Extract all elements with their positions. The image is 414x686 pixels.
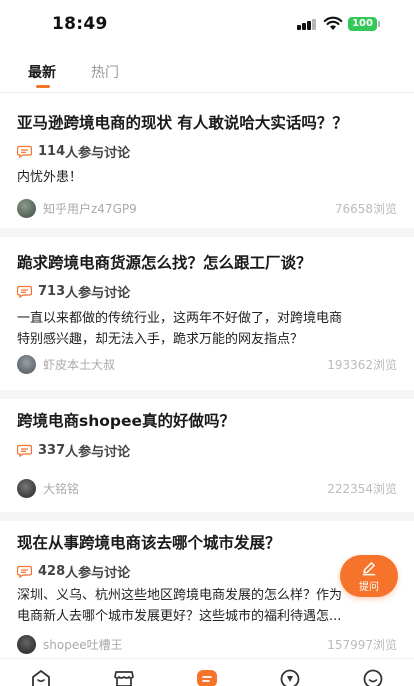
discuss-icon [17,444,32,457]
card-meta: shopee吐槽王 157997浏览 [17,635,397,654]
answer-excerpt[interactable]: 一直以来都做的传统行业，这两年不好做了，对跨境电商 特别感兴趣，却无法入手，跪求… [17,308,397,350]
view-count: 193362浏览 [327,358,397,372]
participant-count: 428 [38,563,66,579]
participant-label: 人参与讨论 [65,285,131,301]
battery-cap [378,21,380,27]
author-name[interactable]: 知乎用户z47GP9 [43,200,137,217]
view-count: 222354浏览 [327,482,397,496]
excerpt-line: 一直以来都做的传统行业，这两年不好做了，对跨境电商 [17,311,343,326]
card-meta: 知乎用户z47GP9 76658浏览 [17,199,397,218]
question-title[interactable]: 亚马逊跨境电商的现状 有人敢说哈大实话吗？？ [17,111,348,133]
shop-icon[interactable] [113,669,135,686]
avatar[interactable] [17,355,36,374]
author-name[interactable]: shopee吐槽王 [43,636,123,653]
question-card[interactable]: 跨境电商shopee真的好做吗？ 337 人参与讨论 大铭铭 222354浏览 [0,399,414,512]
avatar[interactable] [17,479,36,498]
feed-tabs: 最新 热门 [0,58,414,90]
tab-latest[interactable]: 最新 [28,62,56,82]
question-title[interactable]: 跨境电商shopee真的好做吗？ [17,409,235,431]
participant-count: 713 [38,283,66,299]
status-bar: 18:49 100 [0,0,414,48]
question-card[interactable]: 跪求跨境电商货源怎么找？怎么跟工厂谈？ 713 人参与讨论 一直以来都做的传统行业… [0,237,414,390]
bottom-nav [0,658,414,686]
card-separator [0,228,414,237]
avatar[interactable] [17,199,36,218]
profile-icon[interactable] [362,669,384,686]
pencil-icon [362,562,376,576]
wifi-icon [323,16,343,30]
avatar[interactable] [17,635,36,654]
participant-label: 人参与讨论 [65,565,131,581]
discussion-count: 428 人参与讨论 [17,562,131,581]
discussion-count: 114 人参与讨论 [17,142,131,161]
ask-question-button[interactable]: 提问 [340,555,398,597]
discuss-icon [17,145,32,158]
participant-label: 人参与讨论 [65,444,131,460]
card-separator [0,390,414,399]
view-count: 157997浏览 [327,638,397,652]
excerpt-line: 电商新人去哪个城市发展更好？这些城市的福利待遇怎... [17,609,342,624]
author-name[interactable]: 大铭铭 [43,480,79,497]
card-separator [0,512,414,521]
view-count: 76658浏览 [334,202,397,216]
home-icon[interactable] [30,669,52,686]
author-name[interactable]: 虾皮本土大叔 [43,356,115,373]
tab-hot[interactable]: 热门 [91,62,119,82]
battery-indicator: 100 [348,17,377,31]
discuss-icon[interactable] [196,669,218,686]
discussion-count: 713 人参与讨论 [17,282,131,301]
participant-label: 人参与讨论 [65,145,131,161]
card-meta: 虾皮本土大叔 193362浏览 [17,355,397,374]
status-time: 18:49 [52,14,108,34]
question-title[interactable]: 现在从事跨境电商该去哪个城市发展？ [17,531,281,553]
discuss-icon [17,285,32,298]
answer-excerpt[interactable]: 内忧外患！ [17,167,397,188]
excerpt-line: 特别感兴趣，却无法入手，跪求万能的网友指点？ [17,332,304,347]
question-card[interactable]: 亚马逊跨境电商的现状 有人敢说哈大实话吗？？ 114 人参与讨论 内忧外患！ 知乎… [0,93,414,228]
active-tab-indicator [36,85,50,88]
participant-count: 114 [38,143,66,159]
participant-count: 337 [38,442,66,458]
card-meta: 大铭铭 222354浏览 [17,479,397,498]
ask-question-label: 提问 [359,582,379,593]
compass-icon[interactable] [279,669,301,686]
discussion-count: 337 人参与讨论 [17,441,131,460]
discuss-icon [17,565,32,578]
cellular-signal-icon [297,18,317,30]
question-title[interactable]: 跪求跨境电商货源怎么找？怎么跟工厂谈？ [17,251,312,273]
